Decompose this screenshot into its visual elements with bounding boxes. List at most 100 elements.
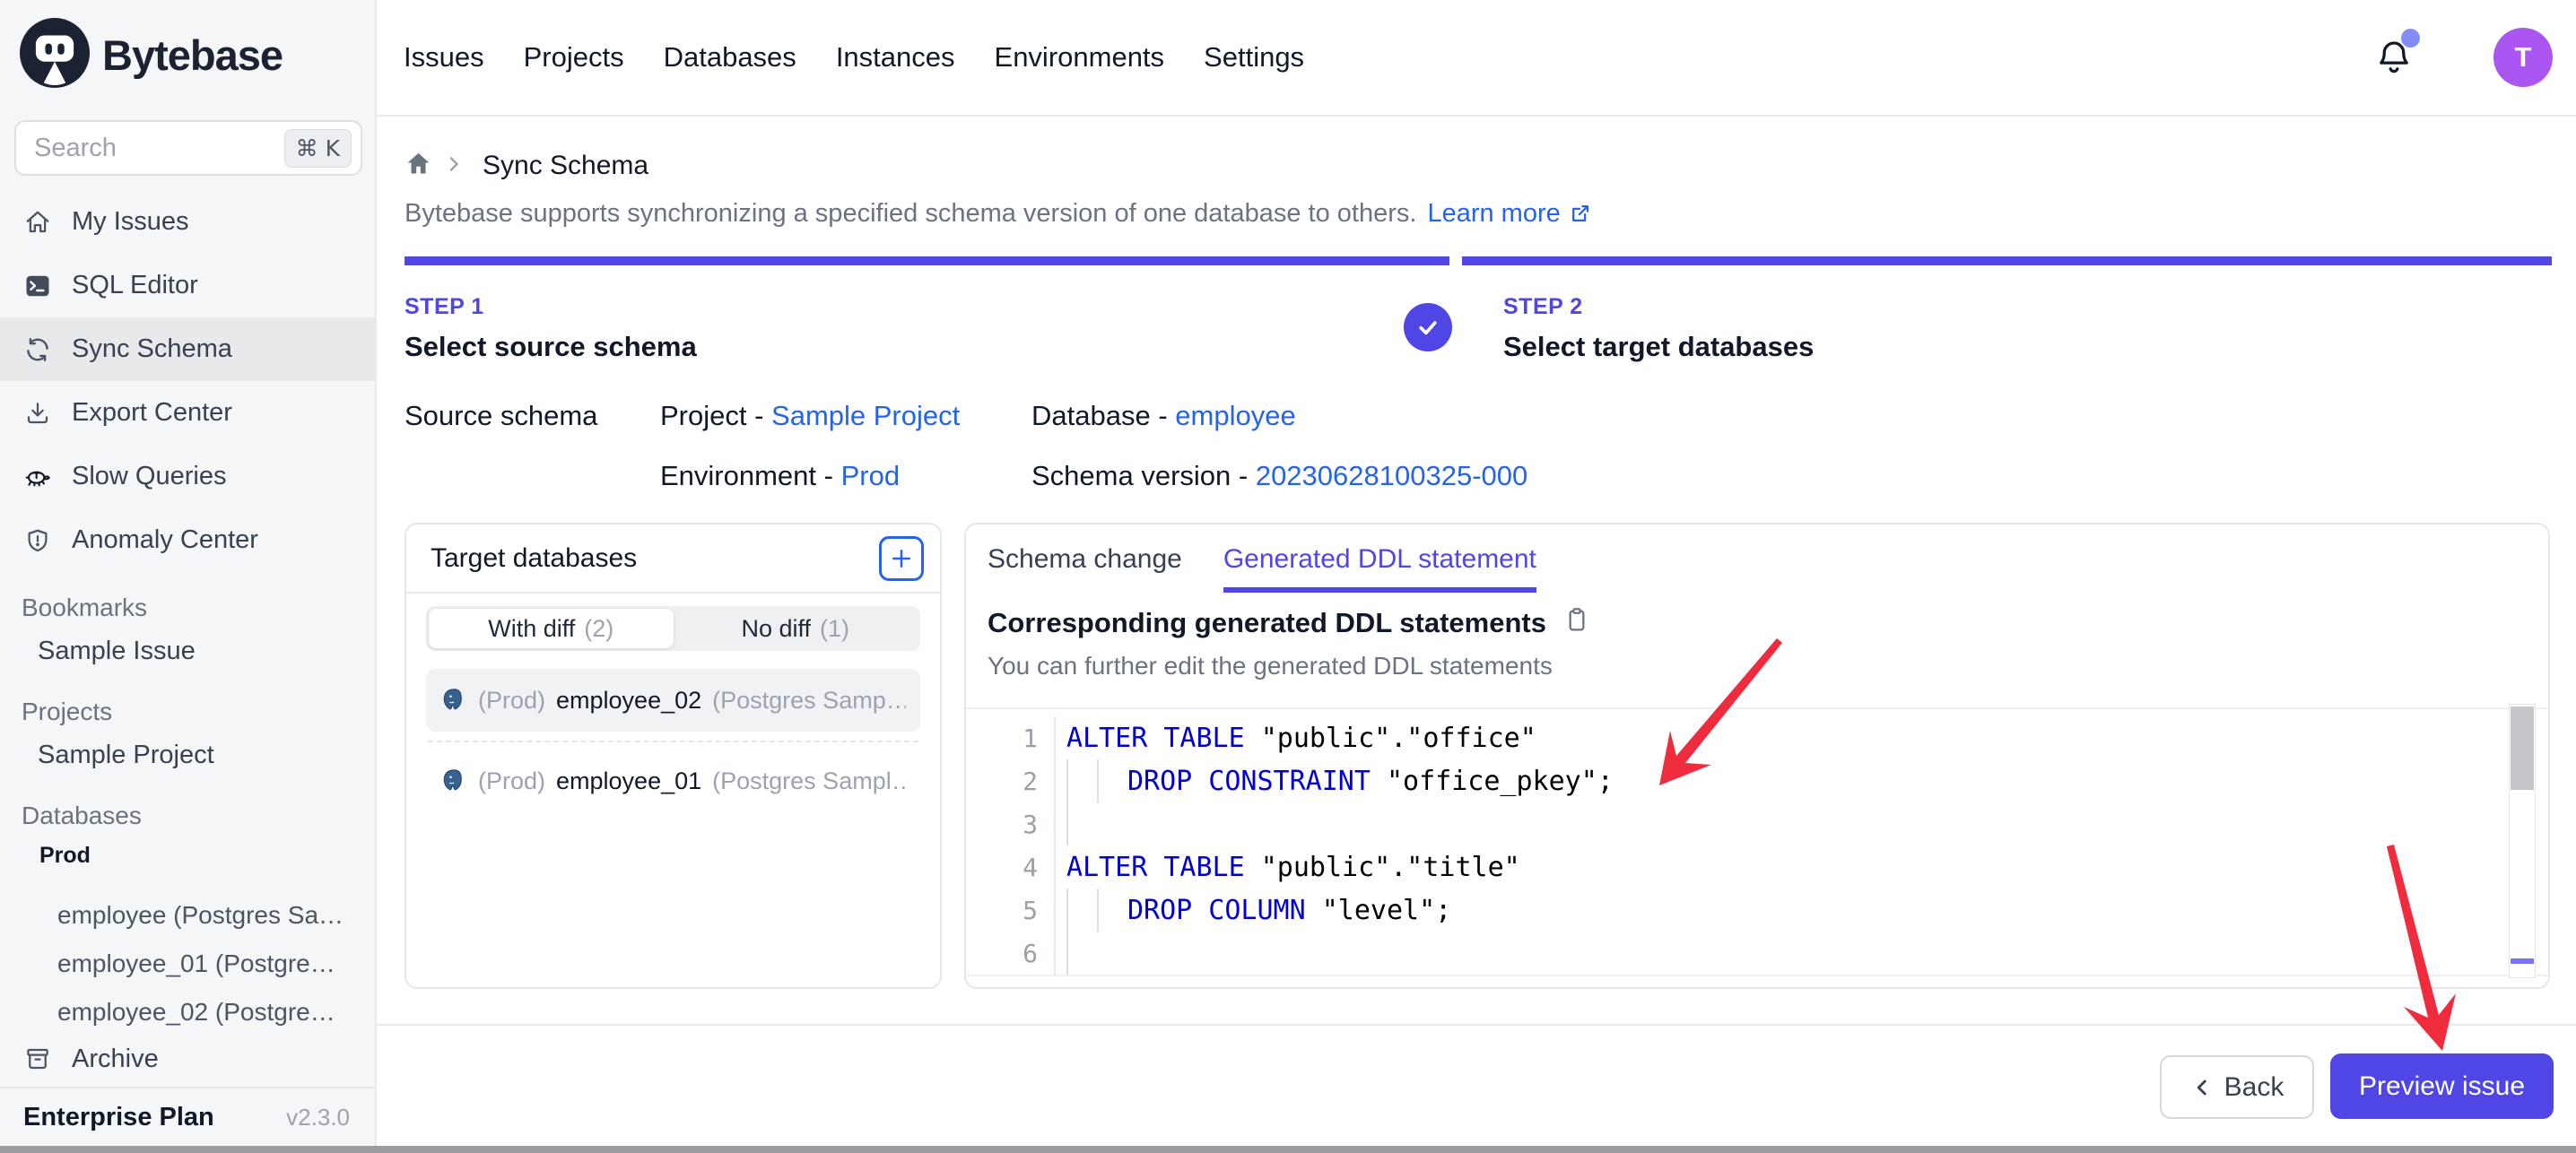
with-diff-count: (2) bbox=[584, 615, 614, 643]
back-button[interactable]: Back bbox=[2160, 1055, 2314, 1119]
environment-label: Environment - bbox=[660, 460, 841, 491]
nav-item-instances[interactable]: Instances bbox=[836, 41, 955, 74]
chevron-right-icon bbox=[443, 153, 465, 179]
code-line: 6 bbox=[966, 932, 2548, 975]
breadcrumb: Sync Schema bbox=[405, 150, 648, 182]
sidebar-item-export-center[interactable]: Export Center bbox=[0, 381, 375, 445]
tab-schema-change[interactable]: Schema change bbox=[988, 544, 1182, 593]
sidebar-item-db-employee[interactable]: employee (Postgres Sa… bbox=[0, 891, 375, 940]
schema-version-link[interactable]: 20230628100325-000 bbox=[1256, 460, 1527, 491]
target-databases-panel: Target databases With diff (2) No diff (… bbox=[405, 523, 942, 989]
step2: STEP 2 Select target databases bbox=[1503, 294, 1814, 363]
postgres-icon bbox=[440, 687, 467, 714]
database-label: Database - bbox=[1031, 400, 1175, 431]
code-line: 3 bbox=[966, 802, 2548, 845]
sidebar-item-label: My Issues bbox=[72, 207, 189, 237]
sidebar-item-label: Export Center bbox=[72, 398, 232, 428]
source-schema-col-b: Database - employee Schema version - 202… bbox=[1031, 400, 1527, 520]
preview-issue-button[interactable]: Preview issue bbox=[2330, 1053, 2554, 1119]
sidebar-item-label: Sync Schema bbox=[72, 334, 232, 364]
code-line: 4 ALTER TABLE "public"."title" bbox=[966, 845, 2548, 889]
source-schema-col-a: Project - Sample Project Environment - P… bbox=[660, 400, 960, 520]
search-shortcut-badge: ⌘ K bbox=[284, 129, 352, 168]
sidebar-item-archive[interactable]: Archive bbox=[0, 1031, 375, 1087]
shield-alert-icon bbox=[23, 526, 52, 555]
section-header-projects: Projects bbox=[0, 694, 375, 730]
sidebar-item-db-employee-02[interactable]: employee_02 (Postgre… bbox=[0, 988, 375, 1036]
row-divider bbox=[428, 741, 918, 742]
tab-no-diff[interactable]: No diff (1) bbox=[674, 609, 918, 648]
postgres-icon bbox=[440, 767, 467, 794]
sidebar-item-anomaly-center[interactable]: Anomaly Center bbox=[0, 508, 375, 572]
sidebar-env-prod: Prod bbox=[0, 834, 375, 877]
sidebar-item-slow-queries[interactable]: Slow Queries bbox=[0, 445, 375, 508]
notification-bell-icon[interactable] bbox=[2373, 36, 2416, 79]
avatar[interactable]: T bbox=[2493, 28, 2553, 87]
editor-scrollbar[interactable] bbox=[2509, 704, 2536, 978]
learn-more-link[interactable]: Learn more bbox=[1427, 199, 1591, 229]
no-diff-count: (1) bbox=[820, 615, 849, 643]
external-link-icon bbox=[1568, 202, 1592, 226]
copy-clipboard-icon[interactable] bbox=[1562, 605, 1591, 641]
source-schema-label: Source schema bbox=[405, 400, 597, 432]
sidebar-item-db-employee-01[interactable]: employee_01 (Postgre… bbox=[0, 940, 375, 988]
search-box[interactable]: ⌘ K bbox=[14, 120, 362, 176]
plan-version: v2.3.0 bbox=[286, 1104, 350, 1131]
notification-dot bbox=[2401, 29, 2420, 48]
avatar-letter: T bbox=[2515, 41, 2532, 74]
sidebar-bottom: Archive Enterprise Plan v2.3.0 bbox=[0, 1031, 375, 1146]
plan-row[interactable]: Enterprise Plan v2.3.0 bbox=[0, 1087, 375, 1146]
footer-divider bbox=[377, 1024, 2576, 1026]
sidebar-item-sync-schema[interactable]: Sync Schema bbox=[0, 317, 375, 381]
nav-item-projects[interactable]: Projects bbox=[524, 41, 624, 74]
step1-progress-bar bbox=[405, 256, 1449, 265]
project-link[interactable]: Sample Project bbox=[771, 400, 960, 431]
editor-scrollbar-thumb[interactable] bbox=[2511, 707, 2534, 790]
bytebase-logo[interactable]: Bytebase bbox=[20, 18, 283, 92]
ddl-code-editor[interactable]: 1 ALTER TABLE "public"."office" 2 DROP C… bbox=[966, 707, 2548, 976]
tab-with-diff[interactable]: With diff (2) bbox=[429, 609, 674, 648]
sidebar-item-sql-editor[interactable]: SQL Editor bbox=[0, 254, 375, 317]
step1-completed-check-icon bbox=[1404, 303, 1452, 351]
target-db-row-employee-01[interactable]: (Prod) employee_01 (Postgres Sampl… bbox=[426, 750, 920, 812]
sidebar-item-sample-project[interactable]: Sample Project bbox=[0, 730, 375, 780]
target-panel-body: With diff (2) No diff (1) (Prod) employe… bbox=[406, 594, 940, 812]
nav-item-settings[interactable]: Settings bbox=[1204, 41, 1304, 74]
nav-item-issues[interactable]: Issues bbox=[404, 41, 484, 74]
sidebar-item-sample-issue[interactable]: Sample Issue bbox=[0, 626, 375, 676]
section-header-bookmarks: Bookmarks bbox=[0, 590, 375, 626]
step2-title: Select target databases bbox=[1503, 331, 1814, 363]
nav-item-databases[interactable]: Databases bbox=[664, 41, 796, 74]
editor-scroll-marker bbox=[2511, 958, 2534, 964]
archive-icon bbox=[23, 1045, 52, 1073]
archive-label: Archive bbox=[72, 1045, 159, 1074]
step2-label: STEP 2 bbox=[1503, 294, 1814, 320]
bytebase-app-window: Bytebase ⌘ K My Issues SQL Editor bbox=[0, 0, 2576, 1153]
sidebar: Bytebase ⌘ K My Issues SQL Editor bbox=[0, 0, 377, 1153]
project-label: Project - bbox=[660, 400, 771, 431]
step1: STEP 1 Select source schema bbox=[405, 294, 697, 363]
target-panel-header: Target databases bbox=[406, 524, 940, 594]
breadcrumb-home-icon[interactable] bbox=[405, 150, 432, 182]
code-line: 5 DROP COLUMN "level"; bbox=[966, 889, 2548, 932]
bytebase-logo-icon bbox=[20, 18, 90, 92]
step1-label: STEP 1 bbox=[405, 294, 697, 320]
step2-progress-bar bbox=[1462, 256, 2552, 265]
ddl-tabs: Schema change Generated DDL statement bbox=[988, 544, 1536, 593]
home-icon bbox=[23, 208, 52, 237]
database-link[interactable]: employee bbox=[1175, 400, 1295, 431]
sidebar-item-my-issues[interactable]: My Issues bbox=[0, 190, 375, 254]
ddl-heading-row: Corresponding generated DDL statements bbox=[988, 605, 1591, 641]
tab-generated-ddl[interactable]: Generated DDL statement bbox=[1223, 544, 1536, 593]
sidebar-item-label: Anomaly Center bbox=[72, 525, 258, 555]
nav-item-environments[interactable]: Environments bbox=[995, 41, 1165, 74]
download-icon bbox=[23, 399, 52, 428]
sidebar-sections: Bookmarks Sample Issue Projects Sample P… bbox=[0, 590, 375, 1036]
breadcrumb-current: Sync Schema bbox=[483, 151, 648, 181]
target-db-row-employee-02[interactable]: (Prod) employee_02 (Postgres Samp… bbox=[426, 669, 920, 732]
search-input[interactable] bbox=[34, 134, 284, 163]
add-target-database-button[interactable] bbox=[879, 536, 924, 581]
schema-version-label: Schema version - bbox=[1031, 460, 1256, 491]
environment-link[interactable]: Prod bbox=[841, 460, 900, 491]
plan-name: Enterprise Plan bbox=[23, 1103, 214, 1132]
